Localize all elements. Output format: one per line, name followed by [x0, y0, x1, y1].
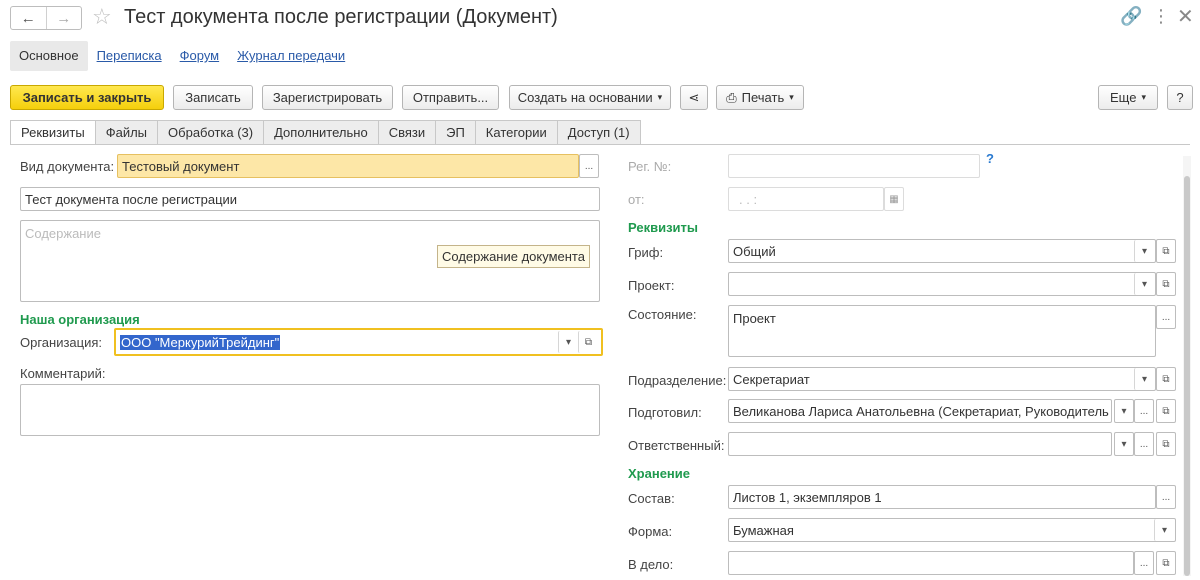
- organization-label: Организация:: [20, 335, 103, 350]
- date-label: от:: [628, 192, 645, 207]
- more-label: Еще: [1110, 90, 1137, 105]
- print-label: Печать: [741, 90, 785, 105]
- help-button[interactable]: ?: [1167, 85, 1193, 110]
- composition-select-button[interactable]: ...: [1156, 485, 1176, 509]
- tab-processing[interactable]: Обработка (3): [158, 120, 265, 145]
- organization-open-icon[interactable]: ⧉: [578, 331, 598, 353]
- share-icon: ⋖: [688, 89, 700, 105]
- prepared-by-dropdown-button[interactable]: ▾: [1114, 399, 1134, 423]
- grif-open-icon[interactable]: ⧉: [1156, 239, 1176, 263]
- requisites-heading: Реквизиты: [628, 220, 698, 235]
- grif-field[interactable]: Общий: [728, 239, 1156, 263]
- project-field[interactable]: [728, 272, 1156, 296]
- organization-value: ООО "МеркурийТрейдинг": [120, 334, 281, 350]
- document-title-field[interactable]: Тест документа после регистрации: [20, 187, 600, 211]
- tab-access[interactable]: Доступ (1): [557, 120, 641, 145]
- case-open-icon[interactable]: ⧉: [1156, 551, 1176, 575]
- state-label: Состояние:: [628, 307, 697, 322]
- form-dropdown-button[interactable]: ▾: [1154, 519, 1174, 541]
- send-button[interactable]: Отправить...: [402, 85, 499, 110]
- prepared-by-field[interactable]: Великанова Лариса Анатольевна (Секретари…: [728, 399, 1112, 423]
- our-organization-heading: Наша организация: [20, 312, 140, 327]
- composition-label: Состав:: [628, 491, 675, 506]
- responsible-select-button[interactable]: ...: [1134, 432, 1154, 456]
- tab-files[interactable]: Файлы: [95, 120, 159, 145]
- link-icon[interactable]: 🔗: [1120, 6, 1142, 27]
- print-button[interactable]: ⎙ Печать ▾: [716, 85, 804, 110]
- reg-number-help-icon[interactable]: ?: [986, 151, 994, 166]
- doc-type-select-button[interactable]: ...: [579, 154, 599, 178]
- navigation-links: Основное Переписка Форум Журнал передачи: [10, 40, 354, 72]
- share-button[interactable]: ⋖: [680, 85, 708, 110]
- nav-main[interactable]: Основное: [10, 41, 88, 71]
- department-field[interactable]: Секретариат: [728, 367, 1156, 391]
- prepared-by-select-button[interactable]: ...: [1134, 399, 1154, 423]
- chevron-down-icon: ▾: [657, 92, 663, 102]
- case-label: В дело:: [628, 557, 674, 572]
- vertical-scrollbar[interactable]: [1183, 156, 1191, 576]
- responsible-open-icon[interactable]: ⧉: [1156, 432, 1176, 456]
- content-placeholder: Содержание: [25, 226, 101, 241]
- tab-categories[interactable]: Категории: [475, 120, 558, 145]
- responsible-field[interactable]: [728, 432, 1112, 456]
- doc-type-field[interactable]: Тестовый документ: [117, 154, 579, 178]
- form-label: Форма:: [628, 524, 673, 539]
- department-open-icon[interactable]: ⧉: [1156, 367, 1176, 391]
- project-label: Проект:: [628, 278, 675, 293]
- tab-links[interactable]: Связи: [378, 120, 437, 145]
- content-tooltip: Содержание документа: [437, 245, 590, 268]
- register-button[interactable]: Зарегистрировать: [262, 85, 393, 110]
- doc-type-label: Вид документа:: [20, 159, 115, 174]
- tab-bar: Реквизиты Файлы Обработка (3) Дополнител…: [10, 120, 641, 145]
- form-field[interactable]: Бумажная: [728, 518, 1176, 542]
- tab-requisites[interactable]: Реквизиты: [10, 120, 96, 145]
- case-select-button[interactable]: ...: [1134, 551, 1154, 575]
- reg-number-label: Рег. №:: [628, 159, 672, 174]
- chevron-down-icon: ▾: [1141, 92, 1146, 102]
- save-and-close-button[interactable]: Записать и закрыть: [10, 85, 164, 110]
- tab-additional[interactable]: Дополнительно: [264, 120, 379, 145]
- window-title: Тест документа после регистрации (Докуме…: [124, 6, 558, 28]
- forward-icon[interactable]: →: [45, 7, 82, 29]
- responsible-label: Ответственный:: [628, 438, 725, 453]
- state-field[interactable]: Проект: [728, 305, 1156, 357]
- case-field[interactable]: [728, 551, 1134, 575]
- state-select-button[interactable]: ...: [1156, 305, 1176, 329]
- grif-dropdown-button[interactable]: ▾: [1134, 240, 1154, 262]
- prepared-by-label: Подготовил:: [628, 405, 702, 420]
- department-label: Подразделение:: [628, 373, 727, 388]
- responsible-dropdown-button[interactable]: ▾: [1114, 432, 1134, 456]
- organization-dropdown-button[interactable]: ▾: [558, 331, 578, 353]
- close-icon[interactable]: ✕: [1177, 4, 1194, 29]
- back-icon[interactable]: ←: [11, 7, 46, 29]
- chevron-down-icon: ▾: [789, 92, 794, 102]
- prepared-by-open-icon[interactable]: ⧉: [1156, 399, 1176, 423]
- nav-buttons: ← →: [10, 6, 82, 30]
- comment-textarea[interactable]: [20, 384, 600, 436]
- organization-field[interactable]: ООО "МеркурийТрейдинг": [114, 328, 603, 356]
- favorite-star-icon[interactable]: ☆: [92, 4, 112, 30]
- project-open-icon[interactable]: ⧉: [1156, 272, 1176, 296]
- calendar-icon[interactable]: ▦: [884, 187, 904, 211]
- grif-label: Гриф:: [628, 245, 664, 260]
- more-menu-icon[interactable]: ⋮: [1152, 6, 1170, 27]
- reg-number-field[interactable]: [728, 154, 980, 178]
- create-based-on-button[interactable]: Создать на основании ▾: [509, 85, 671, 110]
- department-dropdown-button[interactable]: ▾: [1134, 368, 1154, 390]
- more-button[interactable]: Еще ▾: [1098, 85, 1158, 110]
- save-button[interactable]: Записать: [173, 85, 253, 110]
- scrollbar-thumb[interactable]: [1184, 176, 1190, 576]
- project-dropdown-button[interactable]: ▾: [1134, 273, 1154, 295]
- composition-field[interactable]: Листов 1, экземпляров 1: [728, 485, 1156, 509]
- nav-forum[interactable]: Форум: [171, 41, 229, 71]
- storage-heading: Хранение: [628, 466, 690, 481]
- create-based-on-label: Создать на основании: [517, 90, 653, 105]
- tab-divider: [10, 144, 1190, 145]
- tab-signature[interactable]: ЭП: [436, 120, 476, 145]
- nav-transfer-log[interactable]: Журнал передачи: [228, 41, 354, 71]
- date-field[interactable]: . . :: [728, 187, 884, 211]
- nav-correspondence[interactable]: Переписка: [88, 41, 171, 71]
- printer-icon: ⎙: [726, 89, 737, 105]
- comment-label: Комментарий:: [20, 366, 106, 381]
